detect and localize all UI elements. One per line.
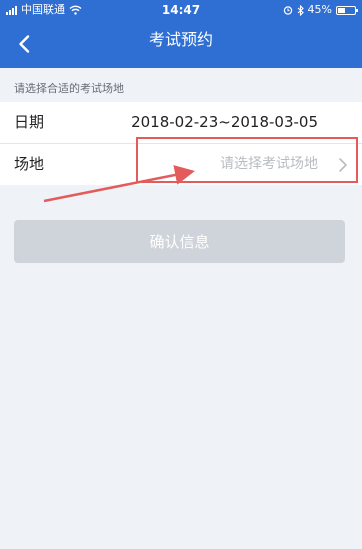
status-bar: 中国联通 14:47 45% xyxy=(0,0,362,20)
bluetooth-icon xyxy=(297,4,304,16)
chevron-right-icon xyxy=(339,158,347,172)
venue-select[interactable]: 请选择考试场地 xyxy=(136,144,362,185)
alarm-icon xyxy=(283,6,292,15)
nav-bar: 考试预约 xyxy=(0,20,362,68)
booking-form: 日期 2018-02-23~2018-03-05 场地 请选择考试场地 xyxy=(0,102,362,185)
venue-label: 场地 xyxy=(14,155,45,173)
date-value: 2018-02-23~2018-03-05 xyxy=(131,113,318,131)
battery-icon xyxy=(336,5,358,15)
section-hint: 请选择合适的考试场地 xyxy=(14,82,124,95)
status-right: 45% xyxy=(283,0,358,20)
battery-level xyxy=(338,7,346,13)
confirm-button[interactable]: 确认信息 xyxy=(14,220,345,263)
battery-percent: 45% xyxy=(307,3,332,16)
date-row: 日期 2018-02-23~2018-03-05 xyxy=(0,102,362,143)
page-title: 考试预约 xyxy=(148,30,213,49)
back-button[interactable] xyxy=(8,28,40,60)
venue-placeholder: 请选择考试场地 xyxy=(220,156,318,172)
date-label: 日期 xyxy=(14,113,45,131)
header: 中国联通 14:47 45% 考试预约 xyxy=(0,0,362,68)
venue-row: 场地 请选择考试场地 xyxy=(0,143,362,185)
chevron-left-icon xyxy=(19,35,30,53)
